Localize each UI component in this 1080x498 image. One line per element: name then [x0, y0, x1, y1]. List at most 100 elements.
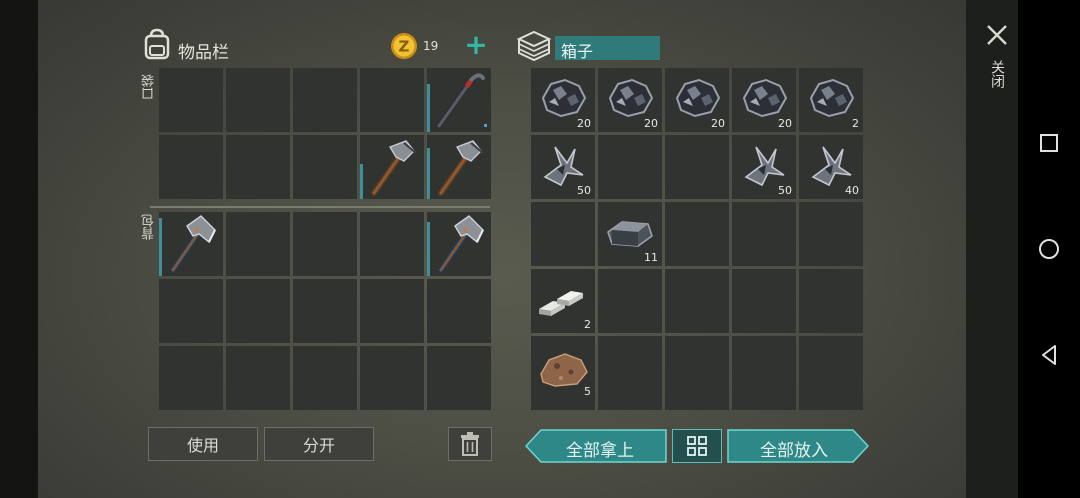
coin-icon: Z: [390, 32, 418, 60]
android-nav-bar: [1018, 0, 1080, 498]
item-count: 20: [778, 117, 792, 130]
box-slot[interactable]: [665, 135, 729, 199]
home-button[interactable]: [1018, 234, 1080, 264]
close-label: 关闭: [989, 60, 1005, 88]
backpack-slot[interactable]: [427, 346, 491, 410]
square-icon: [1040, 134, 1058, 152]
pocket-slot[interactable]: [293, 135, 357, 199]
svg-text:Z: Z: [399, 38, 410, 56]
take-all-button[interactable]: 全部拿上: [525, 429, 667, 463]
trash-button[interactable]: [448, 427, 492, 461]
pocket-slot[interactable]: [159, 68, 223, 132]
back-button[interactable]: [1018, 340, 1080, 370]
backpack-slot[interactable]: [159, 212, 223, 276]
box-slot[interactable]: 11: [598, 202, 662, 266]
box-slot[interactable]: 50: [732, 135, 796, 199]
backpack-icon: [142, 28, 172, 60]
durability-bar: [427, 221, 430, 276]
backpack-slot[interactable]: [159, 279, 223, 343]
coin-count: 19: [423, 39, 439, 53]
left-edge-bar: [0, 0, 38, 498]
trash-icon: [461, 432, 479, 456]
backpack-slot[interactable]: [226, 212, 290, 276]
durability-bar: [427, 147, 430, 199]
box-slot[interactable]: [598, 336, 662, 400]
backpack-slot[interactable]: [293, 346, 357, 410]
box-slot[interactable]: [732, 336, 796, 400]
put-all-label: 全部放入: [760, 441, 828, 461]
item-count: 20: [577, 117, 591, 130]
item-count: 50: [577, 184, 591, 197]
sort-grid-icon: [687, 436, 707, 456]
item-count: 20: [711, 117, 725, 130]
box-slot[interactable]: [732, 202, 796, 266]
use-button[interactable]: 使用: [148, 427, 258, 461]
backpack-slot[interactable]: [293, 212, 357, 276]
close-icon: [987, 25, 1007, 45]
pocket-slot[interactable]: [159, 135, 223, 199]
box-slot[interactable]: [799, 202, 863, 266]
box-slot[interactable]: [732, 269, 796, 333]
hatchet-icon: [159, 212, 223, 276]
hammer-icon: [427, 135, 491, 199]
pocket-slot[interactable]: [293, 68, 357, 132]
item-count: 20: [644, 117, 658, 130]
durability-bar: [360, 163, 363, 199]
add-coins-button[interactable]: +: [462, 30, 490, 60]
item-count: 50: [778, 184, 792, 197]
pocket-slot[interactable]: [226, 68, 290, 132]
backpack-label: 背包: [142, 214, 157, 240]
split-button[interactable]: 分开: [264, 427, 374, 461]
box-slot[interactable]: [665, 202, 729, 266]
item-count: 2: [584, 318, 591, 331]
backpack-slot[interactable]: [427, 212, 491, 276]
item-count: 11: [644, 251, 658, 264]
backpack-slot[interactable]: [360, 212, 424, 276]
item-count: 2: [852, 117, 859, 130]
pocket-slot[interactable]: [427, 135, 491, 199]
box-slot[interactable]: 20: [732, 68, 796, 132]
backpack-slot[interactable]: [293, 279, 357, 343]
pocket-slot[interactable]: [226, 135, 290, 199]
pocket-label: 口袋: [142, 74, 157, 100]
pocket-slot[interactable]: [360, 135, 424, 199]
box-slot[interactable]: [665, 269, 729, 333]
triangle-back-icon: [1042, 345, 1056, 365]
box-slot[interactable]: 20: [531, 68, 595, 132]
backpack-slot[interactable]: [360, 279, 424, 343]
take-all-label: 全部拿上: [566, 441, 634, 461]
close-button[interactable]: 关闭: [982, 22, 1012, 102]
box-slot[interactable]: 20: [665, 68, 729, 132]
sort-button[interactable]: [672, 429, 722, 463]
backpack-slot[interactable]: [226, 346, 290, 410]
backpack-slot[interactable]: [360, 346, 424, 410]
hatchet-icon: [427, 212, 491, 276]
durability-bar: [427, 84, 430, 132]
circle-icon: [1039, 239, 1059, 259]
backpack-slot[interactable]: [159, 346, 223, 410]
backpack-slot[interactable]: [427, 279, 491, 343]
equipped-dot: [484, 124, 487, 127]
put-all-button[interactable]: 全部放入: [727, 429, 869, 463]
box-slot[interactable]: [598, 269, 662, 333]
box-slot[interactable]: 5: [531, 336, 595, 400]
box-slot[interactable]: [665, 336, 729, 400]
box-slot[interactable]: 2: [531, 269, 595, 333]
crowbar-icon: [427, 68, 491, 132]
box-slot[interactable]: [799, 336, 863, 400]
recent-apps-button[interactable]: [1018, 128, 1080, 158]
durability-bar: [159, 218, 162, 276]
box-slot[interactable]: [799, 269, 863, 333]
box-slot[interactable]: 50: [531, 135, 595, 199]
box-icon: [516, 29, 552, 63]
pocket-slot[interactable]: [427, 68, 491, 132]
box-slot[interactable]: 2: [799, 68, 863, 132]
pocket-slot[interactable]: [360, 68, 424, 132]
box-slot[interactable]: 40: [799, 135, 863, 199]
backpack-slot[interactable]: [226, 279, 290, 343]
box-slot[interactable]: 20: [598, 68, 662, 132]
box-slot[interactable]: [531, 202, 595, 266]
box-title-field[interactable]: 箱子: [555, 36, 660, 61]
item-count: 5: [584, 385, 591, 398]
box-slot[interactable]: [598, 135, 662, 199]
